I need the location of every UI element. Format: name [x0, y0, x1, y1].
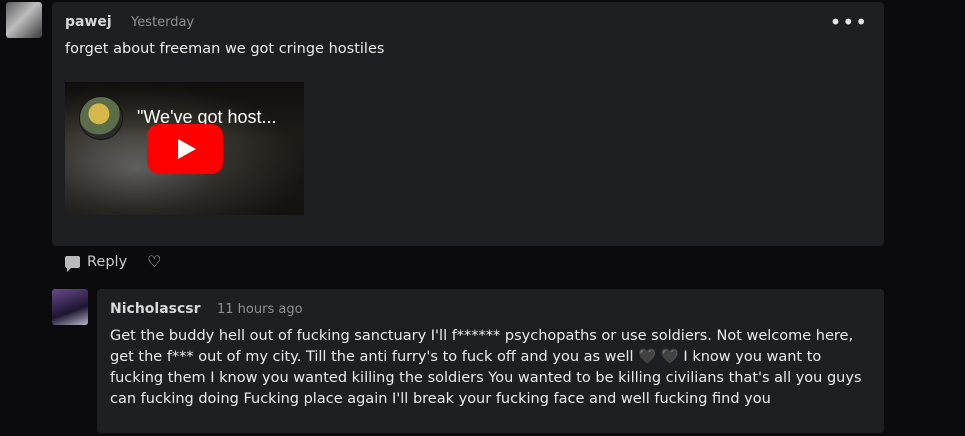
comment-line: Get the buddy hell out of fucking sanctu… [110, 328, 854, 344]
avatar[interactable] [6, 2, 42, 38]
reply-label: Reply [87, 254, 128, 270]
comment-icon [65, 256, 80, 272]
youtube-play-icon[interactable] [147, 124, 223, 174]
comment-author[interactable]: Nicholascsr [110, 301, 201, 317]
comment-card: pawej Yesterday ••• forget about freeman… [52, 2, 884, 246]
comment-text: forget about freeman we got cringe hosti… [65, 41, 385, 57]
heart-icon[interactable]: ♡ [147, 254, 161, 270]
comment-line: fucking them I know you wanted killing t… [110, 370, 862, 386]
channel-avatar[interactable] [79, 96, 123, 140]
comment-line: get the f*** out of my city. Till the an… [110, 349, 822, 365]
comment-line: can fucking doing Fucking place again I'… [110, 391, 771, 407]
comment-timestamp: Yesterday [131, 15, 195, 30]
more-options-button[interactable]: ••• [830, 12, 868, 32]
comment-actions: Reply ♡ [65, 252, 162, 272]
comment-timestamp: 11 hours ago [217, 302, 303, 317]
comment-author[interactable]: pawej [65, 14, 112, 30]
youtube-embed[interactable]: "We've got host... [65, 82, 304, 215]
reply-card: Nicholascsr 11 hours ago Get the buddy h… [97, 289, 884, 433]
comment-text: Get the buddy hell out of fucking sanctu… [110, 326, 862, 410]
avatar[interactable] [52, 289, 88, 325]
reply-button[interactable]: Reply [65, 254, 128, 272]
